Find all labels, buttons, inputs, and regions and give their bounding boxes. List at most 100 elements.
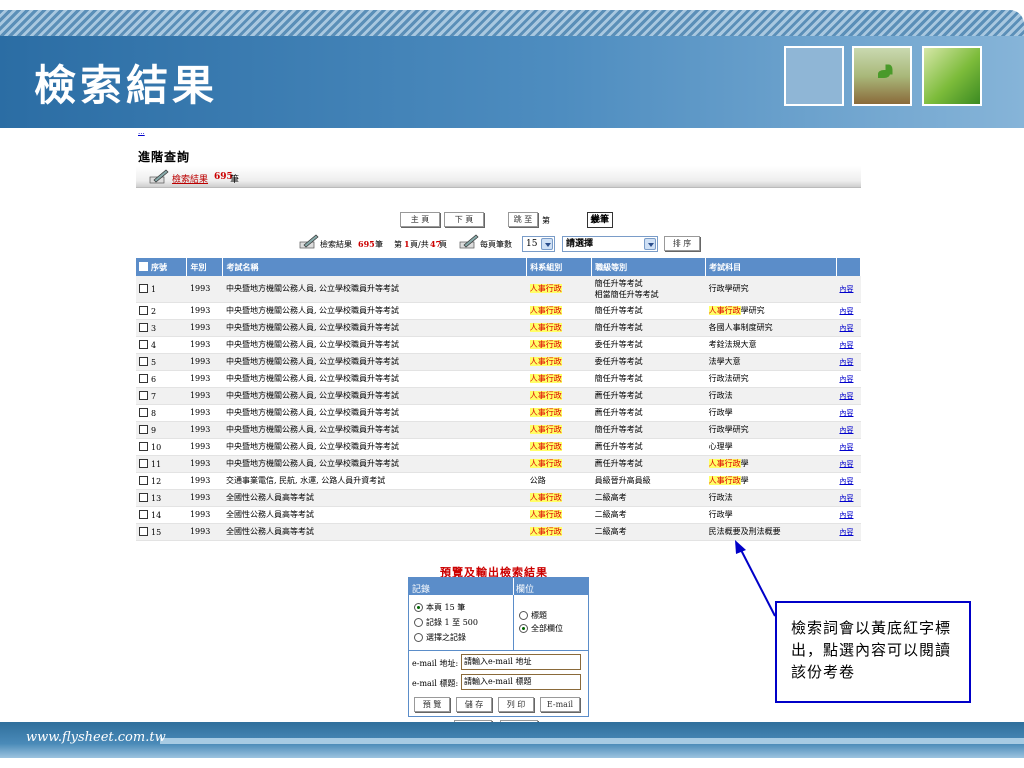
checkbox-icon[interactable]	[139, 407, 148, 417]
row-number-cell[interactable]: 13	[136, 489, 187, 507]
row-number-cell[interactable]: 1	[136, 276, 187, 303]
email-button[interactable]: E-mail	[540, 697, 580, 712]
level-text: 委任升等考試	[594, 357, 643, 366]
exam-name-cell: 中央暨地方機關公務人員, 公立學校職員升等考試	[222, 438, 527, 456]
content-link[interactable]: 內容	[839, 358, 853, 366]
dropdown-arrow-icon[interactable]	[541, 238, 553, 250]
table-row: 15 1993 全國性公務人員高等考試 人事行政 二級高考 民法概要及刑法概要 內容	[136, 523, 861, 541]
checkbox-icon[interactable]	[139, 492, 148, 502]
subject-text: 行政學	[708, 408, 733, 417]
checkbox-icon[interactable]	[139, 526, 148, 536]
content-link[interactable]: 內容	[839, 426, 853, 434]
content-link[interactable]: 內容	[839, 324, 853, 332]
subject-text: 行政學研究	[708, 284, 749, 294]
checkbox-icon[interactable]	[139, 305, 148, 315]
level-cell: 委任升等考試	[591, 353, 706, 371]
checkbox-icon[interactable]	[139, 373, 148, 383]
content-link[interactable]: 內容	[839, 409, 853, 417]
home-button[interactable]: 主 頁	[400, 212, 440, 227]
sort-select[interactable]: 請選擇	[562, 236, 658, 252]
content-link[interactable]: 內容	[839, 528, 853, 536]
level-text: 簡任升等考試	[594, 278, 643, 288]
level-text: 簡任升等考試	[594, 425, 643, 434]
year-cell: 1993	[186, 353, 223, 371]
content-link[interactable]: 內容	[839, 443, 853, 451]
row-number-cell[interactable]: 7	[136, 387, 187, 405]
jump-suffix: 筆	[590, 216, 598, 225]
content-link[interactable]: 內容	[839, 392, 853, 400]
print-button[interactable]: 列 印	[498, 697, 534, 712]
subject-text: 考銓法規大意	[708, 340, 757, 349]
column-header[interactable]: 序號	[136, 258, 188, 276]
subject-text: 民法概要及刑法概要	[708, 527, 781, 536]
level-cell: 二級高考	[591, 523, 706, 541]
content-link[interactable]: 內容	[839, 494, 853, 502]
row-number-cell[interactable]: 3	[136, 319, 187, 337]
row-number-cell[interactable]: 11	[136, 455, 187, 473]
radio-title-field[interactable]	[519, 611, 528, 620]
checkbox-icon[interactable]	[139, 441, 148, 451]
checkbox-icon[interactable]	[139, 475, 148, 485]
department-cell: 人事行政	[526, 319, 592, 337]
row-number-cell[interactable]: 5	[136, 353, 187, 371]
email-subject-input[interactable]: 請輸入e-mail 標題	[461, 674, 581, 690]
row-number-cell[interactable]: 8	[136, 404, 187, 422]
breadcrumb-results-link[interactable]: 檢索結果	[172, 172, 208, 185]
checkbox-icon[interactable]	[139, 424, 148, 434]
top-link[interactable]: ...	[138, 128, 145, 136]
radio-selected-records[interactable]	[414, 633, 423, 642]
department-text: 公路	[529, 476, 546, 485]
department-text: 人事行政	[529, 284, 562, 294]
radio-all-fields[interactable]	[519, 624, 528, 633]
checkbox-icon[interactable]	[139, 390, 148, 400]
department-cell: 人事行政	[526, 276, 592, 303]
content-link[interactable]: 內容	[839, 477, 853, 485]
row-number-cell[interactable]: 15	[136, 523, 187, 541]
save-button[interactable]: 儲 存	[456, 697, 492, 712]
per-page-label: 每頁筆數	[480, 240, 512, 249]
content-link[interactable]: 內容	[839, 307, 853, 315]
content-link[interactable]: 內容	[839, 460, 853, 468]
subject-cell: 民法概要及刑法概要	[705, 523, 837, 541]
row-number-cell[interactable]: 14	[136, 506, 187, 524]
checkbox-icon[interactable]	[139, 339, 148, 349]
checkbox-icon[interactable]	[139, 322, 148, 332]
row-number-cell[interactable]: 4	[136, 336, 187, 354]
row-number-cell[interactable]: 12	[136, 472, 187, 490]
checkbox-icon[interactable]	[139, 356, 148, 366]
per-page-select[interactable]: 15	[522, 236, 555, 252]
dropdown-arrow-icon[interactable]	[644, 238, 656, 250]
content-link[interactable]: 內容	[839, 511, 853, 519]
row-number-cell[interactable]: 10	[136, 438, 187, 456]
preview-button[interactable]: 預 覽	[414, 697, 450, 712]
next-page-button[interactable]: 下 頁	[444, 212, 484, 227]
checkbox-icon[interactable]	[139, 509, 148, 519]
content-link-cell: 內容	[836, 489, 861, 507]
level-text: 二級高考	[594, 493, 627, 502]
checkbox-icon[interactable]	[139, 283, 148, 293]
level-cell: 二級高考	[591, 506, 706, 524]
table-row: 4 1993 中央暨地方機關公務人員, 公立學校職員升等考試 人事行政 委任升等考試 考銓…	[136, 336, 861, 354]
row-number-cell[interactable]: 2	[136, 302, 187, 320]
exam-name-cell: 全國性公務人員高等考試	[222, 523, 527, 541]
department-cell: 人事行政	[526, 387, 592, 405]
level-text: 薦任升等考試	[594, 459, 643, 468]
year-cell: 1993	[186, 523, 223, 541]
callout-text: 檢索詞會以黃底紅字標出，點選內容可以閱讀該份考卷	[791, 619, 952, 681]
row-number-cell[interactable]: 9	[136, 421, 187, 439]
jump-button[interactable]: 跳 至	[508, 212, 538, 227]
checkbox-icon[interactable]	[139, 458, 148, 468]
email-address-input[interactable]: 請輸入e-mail 地址	[461, 654, 581, 670]
row-number-cell[interactable]: 6	[136, 370, 187, 388]
checkbox-icon[interactable]	[139, 261, 148, 271]
content-link[interactable]: 內容	[839, 375, 853, 383]
content-link[interactable]: 內容	[839, 285, 853, 293]
subject-cell: 行政學研究	[705, 421, 837, 439]
per-page-value: 15	[526, 239, 538, 249]
sort-button[interactable]: 排 序	[664, 236, 700, 251]
content-link[interactable]: 內容	[839, 341, 853, 349]
radio-this-page[interactable]	[414, 603, 423, 612]
department-text: 人事行政	[529, 323, 562, 332]
table-header-row: 序號 年別 考試名稱 科系組別 職級等別 考試科目	[136, 258, 862, 276]
radio-record-range[interactable]	[414, 618, 423, 627]
